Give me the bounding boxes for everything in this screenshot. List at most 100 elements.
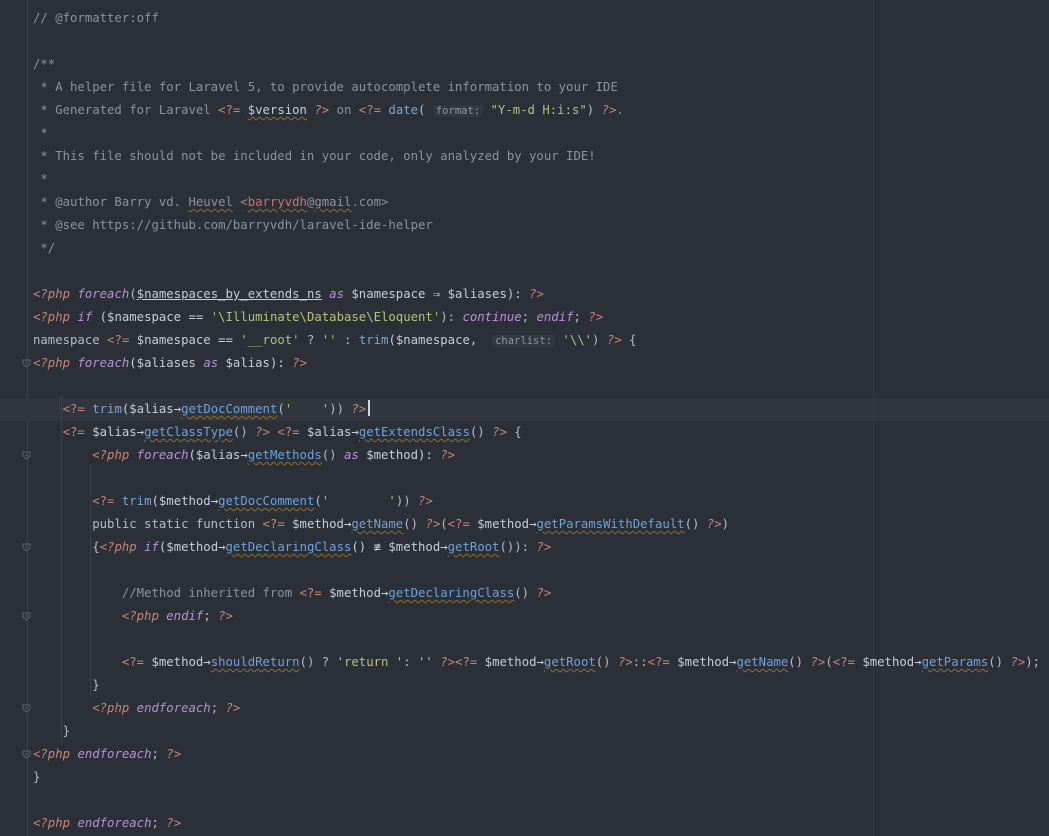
code-token: getClassType [144, 425, 233, 439]
code-token: endforeach [77, 747, 152, 761]
code-line[interactable]: } [33, 674, 99, 697]
code-line[interactable]: } [33, 720, 70, 743]
code-line[interactable]: /** [33, 53, 55, 76]
code-token: * Generated for Laravel [33, 103, 219, 117]
code-token: $method→ [321, 586, 389, 600]
code-line[interactable]: <?= $method→shouldReturn() ? 'return ': … [33, 651, 1040, 674]
code-token: <?= [262, 517, 285, 531]
code-token: ?> [492, 425, 507, 439]
code-line[interactable]: // @formatter:off [33, 7, 159, 30]
code-token: <?= [647, 655, 670, 669]
code-token: * [33, 126, 48, 140]
code-token: ?> [536, 586, 552, 600]
code-token: <?php [33, 816, 71, 830]
code-line[interactable]: <?php foreach($alias→getMethods() as $me… [33, 444, 455, 467]
code-line[interactable]: <?= $alias→getClassType() ?> <?= $alias→… [33, 421, 522, 444]
code-token: ($aliases [129, 356, 204, 370]
code-token: ($alias→ [121, 402, 182, 416]
code-line[interactable]: <?php endforeach; ?> [33, 697, 240, 720]
code-line[interactable]: <?php if ($namespace == '\Illuminate\Dat… [33, 306, 603, 329]
code-token: ?> [706, 517, 722, 531]
code-line[interactable]: <?php endif; ?> [33, 605, 233, 628]
code-token: () [403, 517, 426, 531]
code-token: ?> [617, 655, 633, 669]
code-token: '' [418, 655, 433, 669]
code-token: ? [299, 333, 322, 347]
code-token: "Y-m-d H:i:s" [490, 103, 587, 117]
code-token: $version [247, 103, 307, 117]
code-token: ) [592, 333, 607, 347]
code-token: ?> [536, 540, 552, 554]
code-token: ; [203, 609, 219, 623]
code-token: $method→ [284, 517, 352, 531]
code-line[interactable]: namespace <?= $namespace == '__root' ? '… [33, 329, 636, 352]
code-line[interactable]: <?= trim($alias→getDocComment(' ')) ?> [33, 398, 371, 421]
code-line[interactable]: * @see https://github.com/barryvdh/larav… [33, 214, 432, 237]
code-token: ?> [810, 655, 826, 669]
code-line[interactable]: * This file should not be included in yo… [33, 145, 595, 168]
code-token: )) [395, 494, 419, 508]
code-line[interactable]: * Generated for Laravel <?= $version ?> … [33, 99, 624, 122]
code-token: endforeach [77, 816, 152, 830]
code-token: ( [825, 655, 833, 669]
code-line[interactable]: } [33, 766, 40, 789]
code-token: ) [721, 517, 730, 531]
code-line[interactable]: <?php foreach($namespaces_by_extends_ns … [33, 283, 544, 306]
code-line[interactable]: //Method inherited from <?= $method→getD… [33, 582, 551, 605]
code-token: () ? [299, 655, 337, 669]
code-token: ?> [425, 517, 441, 531]
code-token: getRoot [543, 655, 596, 669]
code-line[interactable]: <?php foreach($aliases as $alias): ?> [33, 352, 307, 375]
code-token: getParamsWithDefault [536, 517, 685, 531]
code-line[interactable]: */ [33, 237, 55, 260]
code-token: getDocComment [218, 494, 315, 508]
code-token: ($namespace == [92, 310, 211, 324]
code-token: trim [92, 402, 122, 416]
code-line[interactable]: * [33, 122, 48, 145]
code-line[interactable]: {<?php if($method→getDeclaringClass() ≢ … [33, 536, 551, 559]
right-margin-guide [873, 0, 874, 836]
code-editor[interactable]: // @formatter:off /** * A helper file for… [0, 0, 1049, 836]
fold-toggle-icon[interactable] [22, 612, 31, 621]
code-token: { [33, 540, 100, 554]
code-token: getExtendsClass [358, 425, 470, 439]
code-token: '\\' [562, 333, 593, 347]
code-token: <?= [62, 425, 85, 439]
code-token: '\Illuminate\Database\Eloquent' [210, 310, 441, 324]
code-line[interactable]: * A helper file for Laravel 5, to provid… [33, 76, 617, 99]
fold-toggle-icon[interactable] [22, 359, 31, 368]
code-token: getMethods [247, 448, 322, 462]
fold-toggle-icon[interactable] [22, 543, 31, 552]
code-token: <?= [107, 333, 130, 347]
code-token: */ [33, 241, 56, 255]
code-token: <?= [92, 494, 115, 508]
code-token: getDeclaringClass [388, 586, 515, 600]
code-token: $namespaces_by_extends_ns [136, 287, 322, 301]
code-token: endforeach [136, 701, 211, 715]
fold-toggle-icon[interactable] [22, 451, 31, 460]
code-line[interactable]: <?php endforeach; ?> [33, 743, 181, 766]
code-token: <?= [299, 586, 322, 600]
code-token: trim [358, 333, 389, 347]
code-token: ?> [351, 402, 367, 416]
code-token: $alias→ [84, 425, 145, 439]
code-token: () [232, 425, 256, 439]
code-token: () [321, 448, 344, 462]
code-token: () [788, 655, 811, 669]
code-token: ($method→ [151, 494, 219, 508]
fold-toggle-icon[interactable] [22, 750, 31, 759]
code-line[interactable]: * [33, 168, 47, 191]
code-token: namespace [33, 333, 108, 347]
code-line[interactable]: <?= trim($method→getDocComment(' ')) ?> [33, 490, 433, 513]
code-line[interactable]: <?php endforeach; ?> [33, 812, 181, 835]
code-token: () [684, 517, 707, 531]
code-line[interactable]: public static function <?= $method→getNa… [33, 513, 729, 536]
code-token: $method→ [854, 655, 922, 669]
fold-toggle-icon[interactable] [22, 704, 31, 713]
code-line[interactable]: * @author Barry vd. Heuvel <barryvdh@gma… [33, 191, 388, 214]
code-token: '__root' [240, 333, 300, 347]
